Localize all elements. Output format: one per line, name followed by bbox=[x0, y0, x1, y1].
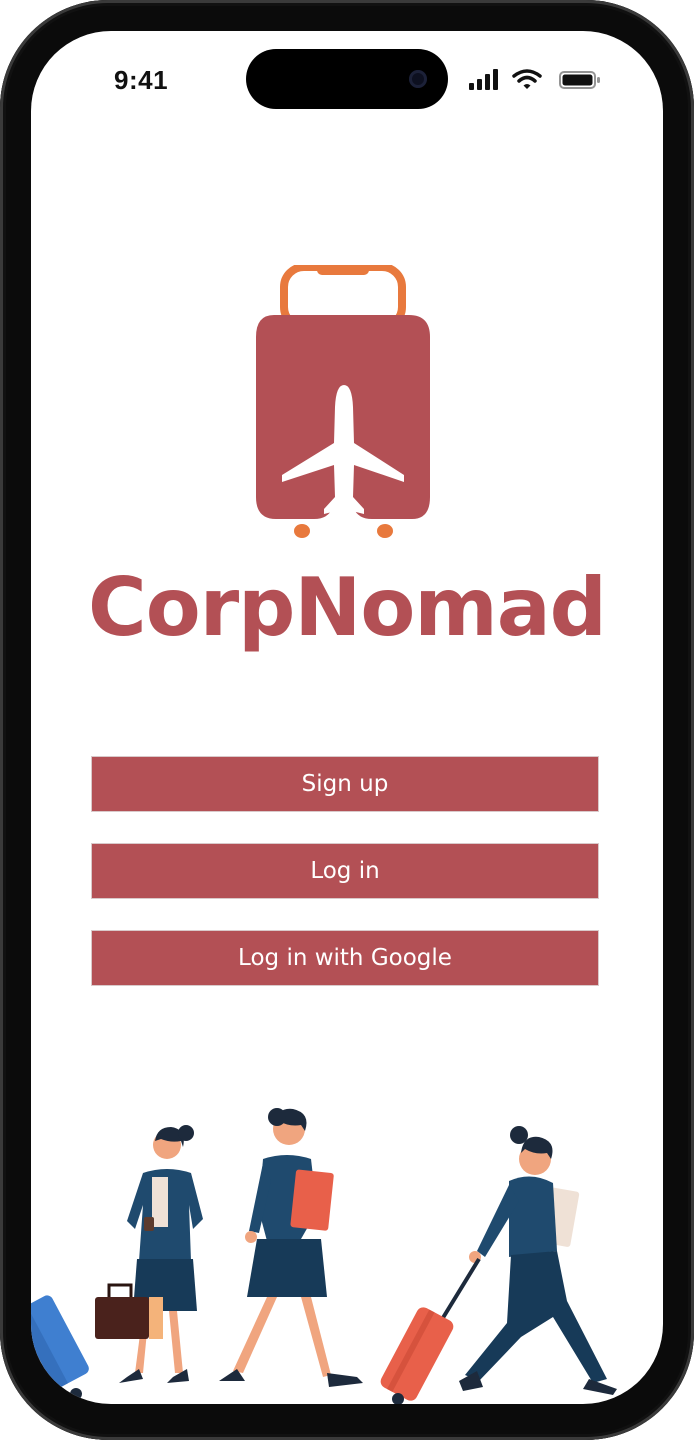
sign-up-button[interactable]: Sign up bbox=[91, 756, 599, 812]
brand-wordmark: CorpNomad bbox=[88, 561, 607, 654]
traveler-woman-3 bbox=[380, 1126, 617, 1404]
log-in-with-google-button[interactable]: Log in with Google bbox=[91, 930, 599, 986]
battery-icon bbox=[559, 71, 600, 89]
wifi-icon bbox=[512, 69, 542, 89]
log-in-button[interactable]: Log in bbox=[91, 843, 599, 899]
app-screen: 9:41 CorpNomad Sign up Log in Log in wit… bbox=[31, 31, 663, 1404]
traveler-woman-1 bbox=[95, 1125, 203, 1383]
dynamic-island bbox=[246, 49, 448, 109]
phone-frame: 9:41 CorpNomad Sign up Log in Log in wit… bbox=[0, 0, 694, 1440]
business-travelers-illustration bbox=[31, 1108, 617, 1404]
suitcase-airplane-icon bbox=[256, 265, 430, 538]
status-bar: 9:41 bbox=[31, 31, 663, 131]
front-camera bbox=[409, 70, 427, 88]
blue-suitcase bbox=[31, 1295, 89, 1390]
traveler-woman-2 bbox=[219, 1108, 363, 1387]
cellular-signal-icon bbox=[469, 69, 498, 90]
status-time: 9:41 bbox=[114, 65, 169, 95]
